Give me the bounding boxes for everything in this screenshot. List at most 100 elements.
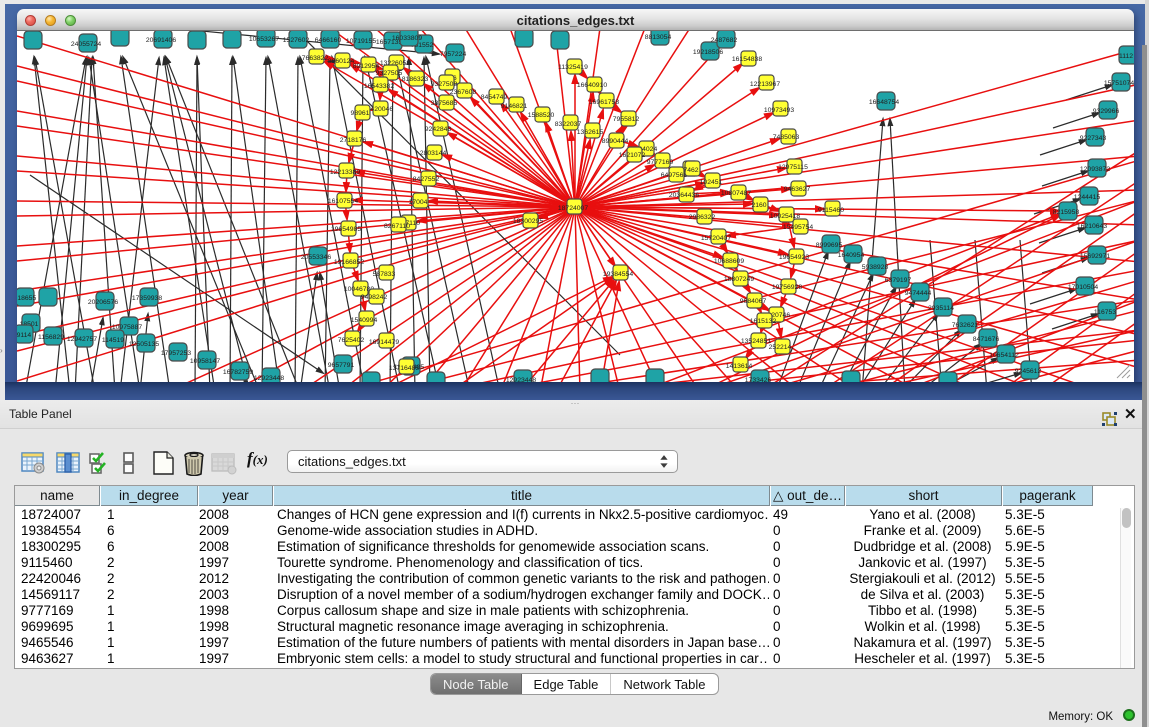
svg-text:9498242: 9498242: [361, 294, 388, 301]
svg-text:20206576: 20206576: [88, 299, 118, 306]
svg-text:2935114: 2935114: [928, 305, 954, 312]
svg-text:7485063: 7485063: [773, 134, 800, 141]
svg-text:102451: 102451: [700, 179, 723, 186]
svg-text:9777169: 9777169: [647, 159, 674, 166]
svg-text:116753: 116753: [1094, 309, 1116, 316]
svg-text:10719155: 10719155: [346, 38, 376, 45]
svg-text:18300295: 18300295: [513, 218, 543, 225]
svg-text:9227343: 9227343: [1080, 135, 1107, 142]
svg-text:9115460: 9115460: [818, 207, 844, 214]
svg-text:1621072: 1621072: [619, 152, 646, 159]
svg-text:16782759: 16782759: [223, 369, 253, 376]
svg-text:16033809: 16033809: [392, 35, 422, 42]
svg-text:9474444: 9474444: [905, 290, 932, 297]
svg-text:10958147: 10958147: [190, 358, 220, 365]
svg-text:11325419: 11325419: [558, 64, 588, 71]
svg-text:12213967: 12213967: [750, 81, 780, 88]
svg-text:98961: 98961: [351, 110, 370, 117]
svg-text:16210643: 16210643: [1077, 223, 1107, 230]
svg-text:1112: 1112: [1119, 53, 1133, 60]
svg-text:252214: 252214: [769, 344, 792, 351]
svg-text:7462: 7462: [683, 167, 698, 174]
svg-text:9242848: 9242848: [425, 126, 452, 133]
svg-text:18807249: 18807249: [724, 276, 754, 283]
svg-text:12505135: 12505135: [129, 341, 159, 348]
svg-text:8322037: 8322037: [555, 121, 582, 128]
svg-text:20364436: 20364436: [669, 192, 699, 199]
svg-text:13524851: 13524851: [741, 338, 771, 345]
svg-text:13716485: 13716485: [389, 365, 419, 372]
svg-text:1615132: 1615132: [750, 318, 777, 325]
svg-text:16648754: 16648754: [869, 99, 899, 106]
svg-text:16914479: 16914479: [369, 339, 399, 346]
svg-text:17004: 17004: [409, 199, 428, 206]
svg-text:10973493: 10973493: [764, 107, 794, 114]
svg-text:19654923: 19654923: [779, 254, 809, 261]
svg-text:8427552: 8427552: [413, 176, 440, 183]
svg-text:8999695: 8999695: [816, 242, 843, 249]
svg-text:19166852: 19166852: [334, 259, 364, 266]
svg-text:12213389: 12213389: [330, 169, 360, 176]
svg-text:9146821: 9146821: [501, 103, 528, 110]
svg-text:9329966: 9329966: [1093, 108, 1120, 115]
svg-text:15751074: 15751074: [1104, 80, 1134, 87]
svg-text:2803144: 2803144: [420, 150, 447, 157]
svg-text:9657791: 9657791: [328, 362, 355, 369]
svg-text:17010504: 17010504: [1068, 284, 1098, 291]
svg-text:1362615: 1362615: [577, 129, 604, 136]
svg-text:7957224: 7957224: [440, 51, 467, 58]
svg-text:19654985: 19654985: [331, 226, 361, 233]
svg-text:10688609: 10688609: [714, 258, 744, 265]
svg-text:2367608: 2367608: [450, 89, 477, 96]
svg-text:114519: 114519: [102, 337, 124, 344]
svg-text:1413614: 1413614: [726, 363, 753, 370]
svg-text:3875685: 3875685: [431, 100, 458, 107]
svg-text:20691406: 20691406: [146, 37, 176, 44]
svg-text:587833: 587833: [373, 271, 396, 278]
svg-text:1244415: 1244415: [1074, 194, 1101, 201]
svg-text:8454749: 8454749: [481, 94, 508, 101]
svg-text:10807487: 10807487: [721, 190, 751, 197]
svg-text:12975115: 12975115: [778, 164, 808, 171]
svg-text:8990444: 8990444: [602, 138, 629, 145]
svg-text:8912954: 8912954: [353, 63, 380, 70]
svg-text:16640910: 16640910: [577, 82, 607, 89]
svg-text:8471676: 8471676: [973, 336, 1000, 343]
svg-text:7625402: 7625402: [338, 337, 365, 344]
svg-text:6379197: 6379197: [885, 277, 912, 284]
svg-text:9327505: 9327505: [376, 70, 403, 77]
svg-text:1156829: 1156829: [38, 334, 64, 341]
svg-text:9327508: 9327508: [431, 81, 458, 88]
svg-text:2487682: 2487682: [711, 37, 738, 44]
svg-text:2718176: 2718176: [340, 137, 367, 144]
svg-text:9245612: 9245612: [1015, 368, 1042, 375]
svg-text:2986322: 2986322: [689, 214, 716, 221]
svg-text:15720407: 15720407: [701, 235, 731, 242]
svg-text:6466160: 6466160: [315, 37, 342, 44]
svg-text:15692971: 15692971: [1080, 253, 1110, 260]
svg-text:18724007: 18724007: [558, 205, 588, 212]
svg-text:2618655: 2618655: [17, 295, 36, 302]
svg-text:1640954: 1640954: [838, 252, 865, 259]
svg-text:1540994: 1540994: [351, 317, 378, 324]
svg-text:7632621: 7632621: [952, 322, 979, 329]
svg-text:16543382: 16543382: [364, 83, 394, 90]
svg-text:9684067: 9684067: [740, 298, 767, 305]
svg-text:9463627: 9463627: [784, 186, 811, 193]
svg-text:7663822: 7663822: [302, 55, 329, 62]
svg-text:8813054: 8813054: [645, 34, 672, 41]
svg-text:12942757: 12942757: [67, 336, 97, 343]
svg-text:19218506: 19218506: [693, 49, 723, 56]
svg-text:8267110: 8267110: [384, 223, 410, 230]
svg-text:12093872: 12093872: [1080, 166, 1110, 173]
svg-text:15495754: 15495754: [783, 224, 813, 231]
svg-text:1588520: 1588520: [528, 112, 555, 119]
svg-text:16107554: 16107554: [328, 198, 358, 205]
svg-text:24055724: 24055724: [71, 41, 101, 48]
svg-text:7955812: 7955812: [613, 116, 640, 123]
svg-text:8960124: 8960124: [328, 58, 355, 65]
svg-text:12923448: 12923448: [254, 375, 284, 382]
svg-text:2160: 2160: [751, 202, 766, 209]
svg-text:5938928: 5938928: [862, 264, 889, 271]
svg-text:8186323: 8186323: [402, 76, 429, 83]
